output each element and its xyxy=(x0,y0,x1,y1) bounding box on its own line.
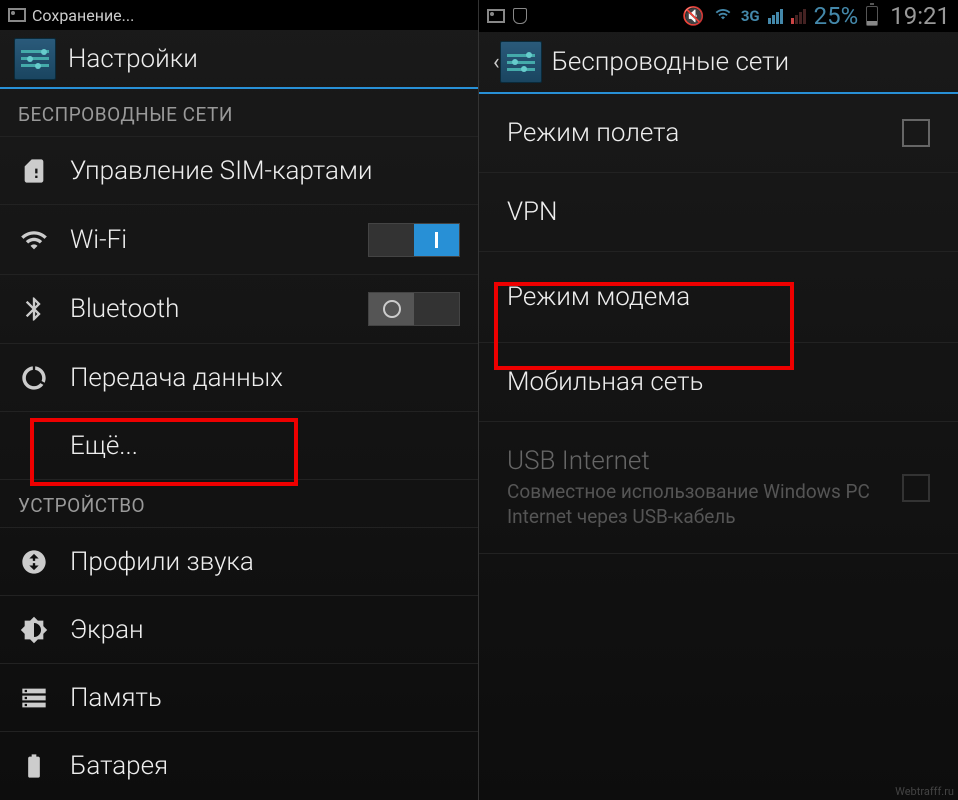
battery-icon xyxy=(866,6,878,26)
chevron-left-icon: ‹ xyxy=(493,50,500,75)
item-tethering[interactable]: Режим модема xyxy=(479,252,958,343)
section-wireless-networks: БЕСПРОВОДНЫЕ СЕТИ xyxy=(0,89,478,137)
notification-image-icon xyxy=(8,6,26,24)
wifi-status-icon xyxy=(713,6,733,27)
item-wifi[interactable]: Wi-Fi xyxy=(0,205,478,274)
item-label: Управление SIM-картами xyxy=(70,156,460,186)
bluetooth-icon xyxy=(18,293,50,325)
display-icon xyxy=(18,614,50,646)
item-label: Ещё... xyxy=(70,431,460,461)
mute-icon: 🔇 xyxy=(682,6,704,27)
status-saving-text: Сохранение... xyxy=(32,6,134,25)
action-bar-wireless[interactable]: ‹ Беспроводные сети xyxy=(479,32,958,94)
signal-icon-sim1 xyxy=(768,9,783,24)
action-bar-settings: Настройки xyxy=(0,30,478,89)
shield-icon xyxy=(511,7,529,25)
item-bluetooth[interactable]: Bluetooth xyxy=(0,275,478,344)
watermark: Webtrafff.ru xyxy=(895,785,954,798)
item-label: Bluetooth xyxy=(70,294,368,324)
section-device: УСТРОЙСТВО xyxy=(0,480,478,528)
item-label: Память xyxy=(70,683,460,713)
wifi-toggle[interactable] xyxy=(368,223,460,257)
wifi-icon xyxy=(18,224,50,256)
network-type-label: 3G xyxy=(741,7,760,25)
status-bar-left: Сохранение... xyxy=(0,0,478,30)
status-bar-right: 🔇 3G 25% 19:21 xyxy=(479,0,958,32)
battery-icon xyxy=(18,750,50,782)
page-title-right: Беспроводные сети xyxy=(552,47,790,77)
item-battery[interactable]: Батарея xyxy=(0,732,478,800)
airplane-checkbox[interactable] xyxy=(902,119,930,147)
item-vpn[interactable]: VPN xyxy=(479,173,958,252)
data-usage-icon xyxy=(18,362,50,394)
item-label: Мобильная сеть xyxy=(507,367,930,397)
item-subtitle: Совместное использование Windows PC Inte… xyxy=(507,480,902,529)
battery-percent: 25% xyxy=(814,2,859,30)
item-label: Батарея xyxy=(70,751,460,781)
item-more[interactable]: Ещё... xyxy=(0,412,478,480)
settings-icon xyxy=(14,38,56,80)
sim-icon xyxy=(18,155,50,187)
item-mobile-network[interactable]: Мобильная сеть xyxy=(479,343,958,422)
item-label: Wi-Fi xyxy=(70,225,368,255)
notification-image-icon xyxy=(487,7,505,25)
item-data-usage[interactable]: Передача данных xyxy=(0,344,478,412)
wireless-pane-right: 🔇 3G 25% 19:21 ‹ Беспроводные се xyxy=(479,0,958,800)
item-label: Профили звука xyxy=(70,547,460,577)
back-button[interactable]: ‹ xyxy=(493,41,542,83)
item-label: VPN xyxy=(507,197,930,227)
clock: 19:21 xyxy=(890,2,950,30)
item-label: Режим модема xyxy=(507,282,930,312)
item-airplane-mode[interactable]: Режим полета xyxy=(479,94,958,173)
settings-pane-left: Сохранение... Настройки БЕСПРОВОДНЫЕ СЕТ… xyxy=(0,0,479,800)
item-label: USB Internet xyxy=(507,446,902,476)
signal-icon-sim2 xyxy=(791,9,806,24)
item-sound-profiles[interactable]: Профили звука xyxy=(0,528,478,596)
page-title-left: Настройки xyxy=(68,44,198,74)
usb-checkbox xyxy=(902,474,930,502)
item-label: Экран xyxy=(70,615,460,645)
sound-icon xyxy=(18,546,50,578)
item-label: Режим полета xyxy=(507,118,902,148)
item-display[interactable]: Экран xyxy=(0,596,478,664)
item-label: Передача данных xyxy=(70,363,460,393)
item-storage[interactable]: Память xyxy=(0,664,478,732)
item-sim-management[interactable]: Управление SIM-картами xyxy=(0,137,478,205)
item-usb-internet: USB Internet Совместное использование Wi… xyxy=(479,422,958,554)
bluetooth-toggle[interactable] xyxy=(368,292,460,326)
settings-icon xyxy=(500,41,542,83)
storage-icon xyxy=(18,682,50,714)
